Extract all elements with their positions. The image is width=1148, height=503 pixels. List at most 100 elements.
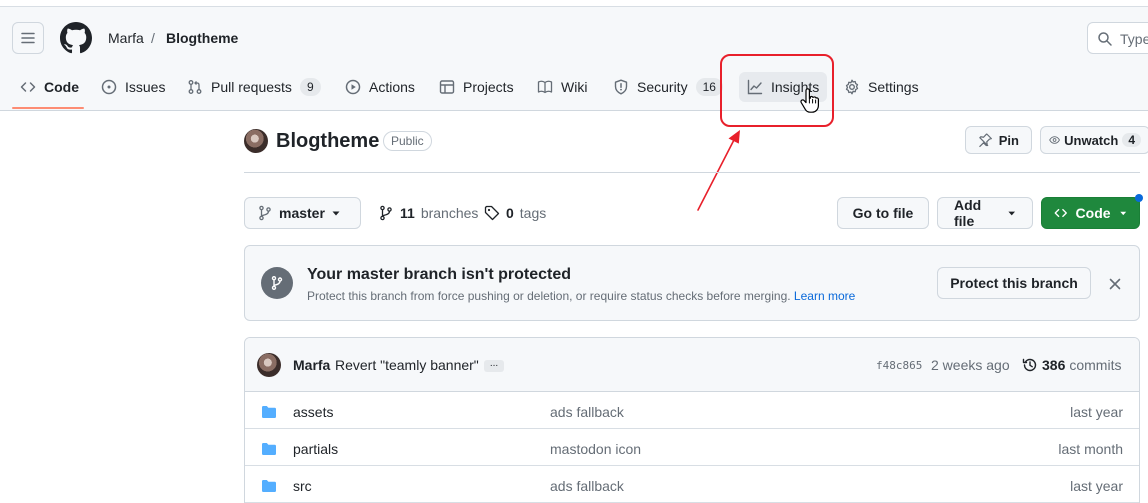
visibility-badge: Public	[383, 131, 432, 151]
banner-title: Your master branch isn't protected	[307, 266, 572, 283]
search-icon	[1098, 32, 1112, 46]
issue-icon	[101, 79, 117, 95]
protect-branch-button[interactable]: Protect this branch	[937, 267, 1091, 299]
search-placeholder: Type	[1120, 31, 1148, 47]
active-tab-underline	[12, 107, 84, 109]
code-icon	[20, 82, 36, 92]
search-input[interactable]: Type	[1087, 22, 1148, 54]
code-icon	[1054, 208, 1067, 218]
tab-label: Wiki	[561, 79, 588, 95]
commit-expand-button[interactable]: ...	[484, 359, 504, 372]
close-icon[interactable]	[1107, 276, 1123, 292]
hand-cursor-icon	[800, 88, 819, 113]
pin-icon	[979, 133, 992, 148]
commits-label: commits	[1069, 357, 1122, 373]
repo-title[interactable]: Blogtheme	[276, 130, 379, 153]
file-commit-message[interactable]: ads fallback	[550, 404, 624, 420]
file-commit-time: last year	[1070, 478, 1123, 494]
folder-icon	[262, 443, 276, 455]
annotation-arrow	[697, 130, 740, 211]
eye-icon	[1049, 136, 1060, 144]
commit-author-avatar[interactable]	[257, 353, 281, 377]
file-commit-message[interactable]: mastodon icon	[550, 441, 641, 457]
security-count: 16	[695, 78, 723, 96]
tab-settings[interactable]: Settings	[836, 72, 927, 102]
row-divider	[245, 465, 1139, 466]
pull-requests-count: 9	[299, 78, 321, 96]
add-file-button[interactable]: Add file	[937, 197, 1033, 229]
tab-label: Pull requests	[211, 79, 292, 95]
file-name[interactable]: partials	[293, 441, 338, 457]
unwatch-button[interactable]: Unwatch 4	[1040, 126, 1148, 154]
protect-branch-label: Protect this branch	[950, 275, 1078, 291]
file-name[interactable]: assets	[293, 404, 333, 420]
commit-time: 2 weeks ago	[931, 357, 1010, 373]
branches-link[interactable]: 11 branches	[378, 205, 478, 221]
go-to-file-button[interactable]: Go to file	[837, 197, 929, 229]
banner-description-text: Protect this branch from force pushing o…	[307, 289, 791, 303]
tab-security[interactable]: Security 16	[605, 72, 731, 102]
tab-wiki[interactable]: Wiki	[529, 72, 595, 102]
tags-link[interactable]: 0 tags	[484, 205, 546, 221]
caret-down-icon	[1007, 211, 1015, 216]
tags-label: tags	[519, 205, 547, 221]
tab-issues[interactable]: Issues	[93, 72, 173, 102]
learn-more-link[interactable]: Learn more	[794, 289, 855, 303]
file-name[interactable]: src	[293, 478, 312, 494]
file-commit-message[interactable]: ads fallback	[550, 478, 624, 494]
branch-protection-icon	[261, 267, 293, 299]
pin-label: Pin	[998, 132, 1019, 148]
hamburger-icon	[21, 32, 35, 44]
browser-top-edge	[0, 0, 1148, 7]
branch-icon	[259, 205, 271, 221]
code-dropdown-button[interactable]: Code	[1041, 197, 1140, 229]
tab-projects[interactable]: Projects	[431, 72, 522, 102]
branch-icon	[380, 205, 392, 221]
history-icon	[1022, 358, 1037, 372]
hamburger-menu-button[interactable]	[12, 22, 44, 54]
github-logo-icon[interactable]	[60, 22, 92, 54]
branch-select-button[interactable]: master	[244, 197, 361, 229]
owner-avatar[interactable]	[244, 129, 268, 153]
file-commit-time: last month	[1058, 441, 1123, 457]
folder-icon	[262, 480, 276, 492]
branches-count: 11	[400, 205, 415, 221]
gear-icon	[845, 79, 859, 95]
breadcrumb-owner[interactable]: Marfa	[108, 30, 144, 46]
commits-history-link[interactable]: 386 commits	[1022, 357, 1121, 373]
tab-label: Settings	[868, 79, 919, 95]
go-to-file-label: Go to file	[852, 205, 914, 221]
tab-label: Code	[44, 79, 79, 95]
caret-down-icon	[332, 211, 340, 216]
breadcrumb-separator: /	[151, 30, 155, 46]
code-button-label: Code	[1075, 205, 1111, 221]
title-divider	[244, 172, 1140, 173]
tab-actions[interactable]: Actions	[337, 72, 423, 102]
tags-count: 0	[506, 205, 514, 221]
commit-sha[interactable]: f48c865	[876, 359, 922, 372]
book-icon	[537, 80, 553, 94]
branch-icon	[271, 276, 283, 291]
table-icon	[439, 80, 455, 94]
tag-icon	[484, 205, 500, 221]
breadcrumb-repo[interactable]: Blogtheme	[166, 30, 238, 46]
current-branch: master	[279, 205, 325, 221]
file-commit-time: last year	[1070, 404, 1123, 420]
branches-label: branches	[420, 205, 479, 221]
caret-down-icon	[1119, 211, 1126, 216]
tab-label: Actions	[369, 79, 415, 95]
folder-icon	[262, 406, 276, 418]
banner-description: Protect this branch from force pushing o…	[307, 289, 855, 303]
unwatch-label: Unwatch	[1064, 132, 1119, 148]
tab-label: Issues	[125, 79, 166, 95]
tab-pull-requests[interactable]: Pull requests 9	[179, 72, 329, 102]
commit-message[interactable]: Revert "teamly banner"	[335, 357, 479, 373]
add-file-label: Add file	[954, 197, 982, 229]
tab-code[interactable]: Code	[12, 72, 87, 102]
pin-button[interactable]: Pin	[965, 126, 1032, 154]
watch-count: 4	[1122, 133, 1141, 147]
row-divider	[245, 428, 1139, 429]
play-icon	[345, 79, 361, 95]
commit-author[interactable]: Marfa	[293, 357, 330, 373]
commits-count: 386	[1042, 357, 1066, 373]
